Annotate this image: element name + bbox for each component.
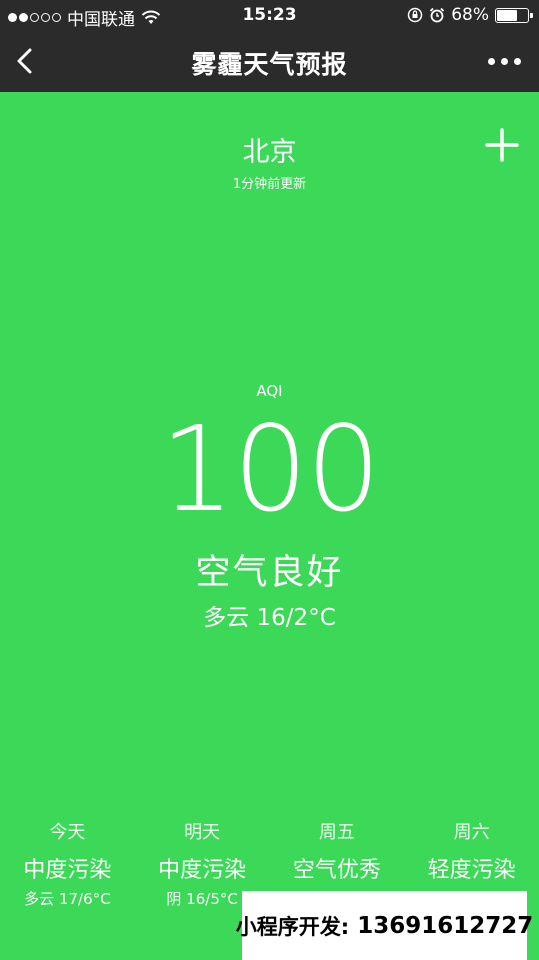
forecast-day-name: 周五 bbox=[318, 822, 355, 843]
forecast-level: 空气优秀 bbox=[292, 858, 381, 883]
aqi-number: 100 bbox=[159, 400, 381, 538]
status-right: 68% bbox=[407, 5, 533, 25]
ad-label: 小程序开发: bbox=[235, 914, 350, 939]
ad-phone: 13691612727 bbox=[357, 912, 534, 939]
air-quality-status: 空气良好 bbox=[195, 553, 344, 593]
ad-banner: 小程序开发: 13691612727 bbox=[236, 891, 533, 960]
battery-fill bbox=[497, 9, 517, 21]
page-title: 雾霾天气预报 bbox=[191, 50, 348, 79]
battery-icon bbox=[495, 7, 533, 23]
aqi-label: AQI bbox=[256, 382, 283, 400]
battery-percent: 68% bbox=[451, 5, 489, 25]
forecast-day-name: 明天 bbox=[184, 822, 221, 843]
rotation-lock-icon bbox=[407, 7, 423, 23]
aqi-value: 100 bbox=[0, 400, 539, 538]
forecast-day-name: 今天 bbox=[49, 822, 86, 843]
alarm-icon bbox=[430, 7, 445, 23]
update-time: 1分钟前更新 bbox=[232, 177, 307, 192]
forecast-weather: 多云 17/6°C bbox=[24, 890, 111, 908]
more-dots-icon[interactable] bbox=[488, 58, 521, 65]
forecast-level: 中度污染 bbox=[158, 858, 247, 883]
current-weather: 多云 16/2°C bbox=[203, 605, 336, 631]
city-name[interactable]: 北京 bbox=[0, 130, 539, 169]
plus-icon[interactable] bbox=[485, 128, 519, 162]
status-bar: 中国联通 15:23 68% bbox=[0, 0, 539, 32]
forecast-level: 中度污染 bbox=[23, 858, 112, 883]
forecast-day-name: 周六 bbox=[453, 822, 490, 843]
forecast-level: 轻度污染 bbox=[427, 858, 516, 883]
forecast-day[interactable]: 今天 中度污染 多云 17/6°C bbox=[0, 818, 135, 909]
nav-bar: 雾霾天气预报 bbox=[0, 32, 539, 92]
